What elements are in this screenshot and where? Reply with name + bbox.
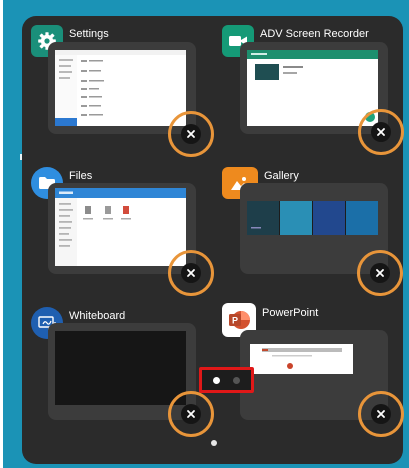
files-thumbnail — [55, 188, 186, 266]
close-powerpoint-button[interactable] — [371, 404, 391, 424]
close-icon — [187, 269, 195, 277]
close-icon — [187, 410, 195, 418]
close-adv-screen-recorder-button[interactable] — [371, 122, 391, 142]
close-highlight-ring — [358, 109, 404, 155]
close-whiteboard-button[interactable] — [181, 404, 201, 424]
app-title: Whiteboard — [69, 310, 126, 322]
close-highlight-ring — [168, 111, 214, 157]
bottom-page-dot — [211, 440, 217, 446]
powerpoint-thumbnail — [250, 344, 353, 374]
close-highlight-ring — [358, 391, 404, 437]
close-icon — [187, 130, 195, 138]
close-icon — [377, 410, 385, 418]
close-icon — [376, 269, 384, 277]
close-highlight-ring — [168, 391, 214, 437]
settings-thumbnail — [55, 50, 186, 126]
screen-recorder-thumbnail — [247, 50, 378, 126]
close-files-button[interactable] — [181, 263, 201, 283]
page-dot-inactive[interactable] — [233, 376, 240, 384]
close-highlight-ring — [357, 250, 403, 296]
app-title: PowerPoint — [262, 307, 319, 319]
close-highlight-ring — [168, 250, 214, 296]
page-dot-active[interactable] — [213, 376, 220, 384]
close-settings-button[interactable] — [181, 124, 201, 144]
app-title: Gallery — [264, 170, 299, 182]
gallery-thumbnail — [247, 201, 378, 235]
close-gallery-button[interactable] — [370, 263, 390, 283]
close-icon — [377, 128, 385, 136]
svg-text:P: P — [232, 316, 238, 326]
app-title: Settings — [69, 28, 109, 40]
page-indicator[interactable] — [199, 367, 254, 393]
whiteboard-thumbnail — [55, 331, 186, 405]
app-title: Files — [69, 170, 93, 182]
app-title: ADV Screen Recorder — [260, 28, 369, 40]
